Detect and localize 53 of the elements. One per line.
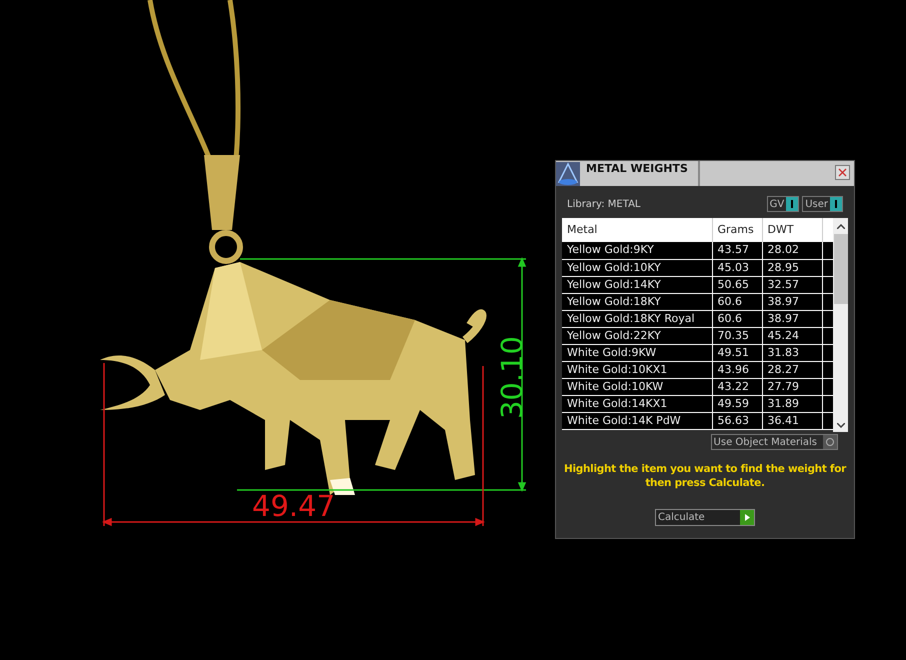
table-cell[interactable]: 38.97 bbox=[762, 293, 822, 310]
table-cell[interactable]: White Gold:10KW bbox=[562, 378, 712, 395]
window-title: METAL WEIGHTS bbox=[586, 161, 688, 177]
table-cell[interactable]: Yellow Gold:10KY bbox=[562, 259, 712, 276]
cone-logo-icon bbox=[556, 162, 580, 186]
table-cell[interactable]: White Gold:10KX1 bbox=[562, 361, 712, 378]
table-cell[interactable]: 28.02 bbox=[762, 242, 822, 259]
table-cell[interactable]: Yellow Gold:14KY bbox=[562, 276, 712, 293]
table-cell[interactable]: Yellow Gold:22KY bbox=[562, 327, 712, 344]
table-cell[interactable]: 49.59 bbox=[712, 395, 762, 412]
scroll-thumb[interactable] bbox=[834, 234, 848, 304]
table-cell[interactable]: Yellow Gold:9KY bbox=[562, 242, 712, 259]
table-cell[interactable]: White Gold:14K PdW bbox=[562, 412, 712, 429]
table-cell[interactable]: 56.63 bbox=[712, 412, 762, 429]
table-cell[interactable]: 38.97 bbox=[762, 310, 822, 327]
instruction-text: Highlight the item you want to find the weight for then press Calculate. bbox=[563, 462, 848, 490]
table-cell[interactable]: 32.57 bbox=[762, 276, 822, 293]
table-cell[interactable]: 60.6 bbox=[712, 310, 762, 327]
toggle-switch[interactable]: User bbox=[802, 196, 843, 212]
table-cell[interactable]: 50.65 bbox=[712, 276, 762, 293]
table-cell[interactable]: Yellow Gold:18KY Royal bbox=[562, 310, 712, 327]
table-cell[interactable]: 45.03 bbox=[712, 259, 762, 276]
scrollbar[interactable] bbox=[833, 218, 848, 432]
table-cell[interactable]: 60.6 bbox=[712, 293, 762, 310]
width-dimension-label: 49.47 bbox=[252, 491, 336, 521]
table-cell[interactable]: 49.51 bbox=[712, 344, 762, 361]
library-label: Library: METAL bbox=[567, 198, 640, 212]
table-cell[interactable]: 70.35 bbox=[712, 327, 762, 344]
table-cell[interactable]: 45.24 bbox=[762, 327, 822, 344]
scroll-down-icon bbox=[837, 423, 845, 428]
height-dimension-label: 30.10 bbox=[497, 336, 527, 420]
table-cell[interactable]: 28.27 bbox=[762, 361, 822, 378]
column-header[interactable]: Metal bbox=[562, 218, 712, 242]
column-header[interactable]: DWT bbox=[762, 218, 822, 242]
table-cell[interactable]: 27.79 bbox=[762, 378, 822, 395]
table-cell[interactable]: 31.89 bbox=[762, 395, 822, 412]
close-icon bbox=[838, 168, 847, 177]
play-icon bbox=[740, 510, 754, 525]
column-header[interactable]: Grams bbox=[712, 218, 762, 242]
table-cell[interactable]: White Gold:9KW bbox=[562, 344, 712, 361]
table-cell[interactable]: White Gold:14KX1 bbox=[562, 395, 712, 412]
close-button[interactable] bbox=[835, 165, 850, 180]
table-cell[interactable]: Yellow Gold:18KY bbox=[562, 293, 712, 310]
table-cell[interactable]: 43.96 bbox=[712, 361, 762, 378]
table-cell[interactable]: 43.57 bbox=[712, 242, 762, 259]
calculate-button[interactable]: Calculate bbox=[655, 509, 755, 526]
use-object-materials-toggle[interactable]: Use Object Materials bbox=[710, 434, 838, 450]
table-cell[interactable]: 43.22 bbox=[712, 378, 762, 395]
toggle-switch[interactable]: GV bbox=[766, 196, 800, 212]
scroll-up-icon bbox=[837, 224, 845, 229]
table-cell[interactable]: 28.95 bbox=[762, 259, 822, 276]
table-cell[interactable]: 31.83 bbox=[762, 344, 822, 361]
table-cell[interactable]: 36.41 bbox=[762, 412, 822, 429]
